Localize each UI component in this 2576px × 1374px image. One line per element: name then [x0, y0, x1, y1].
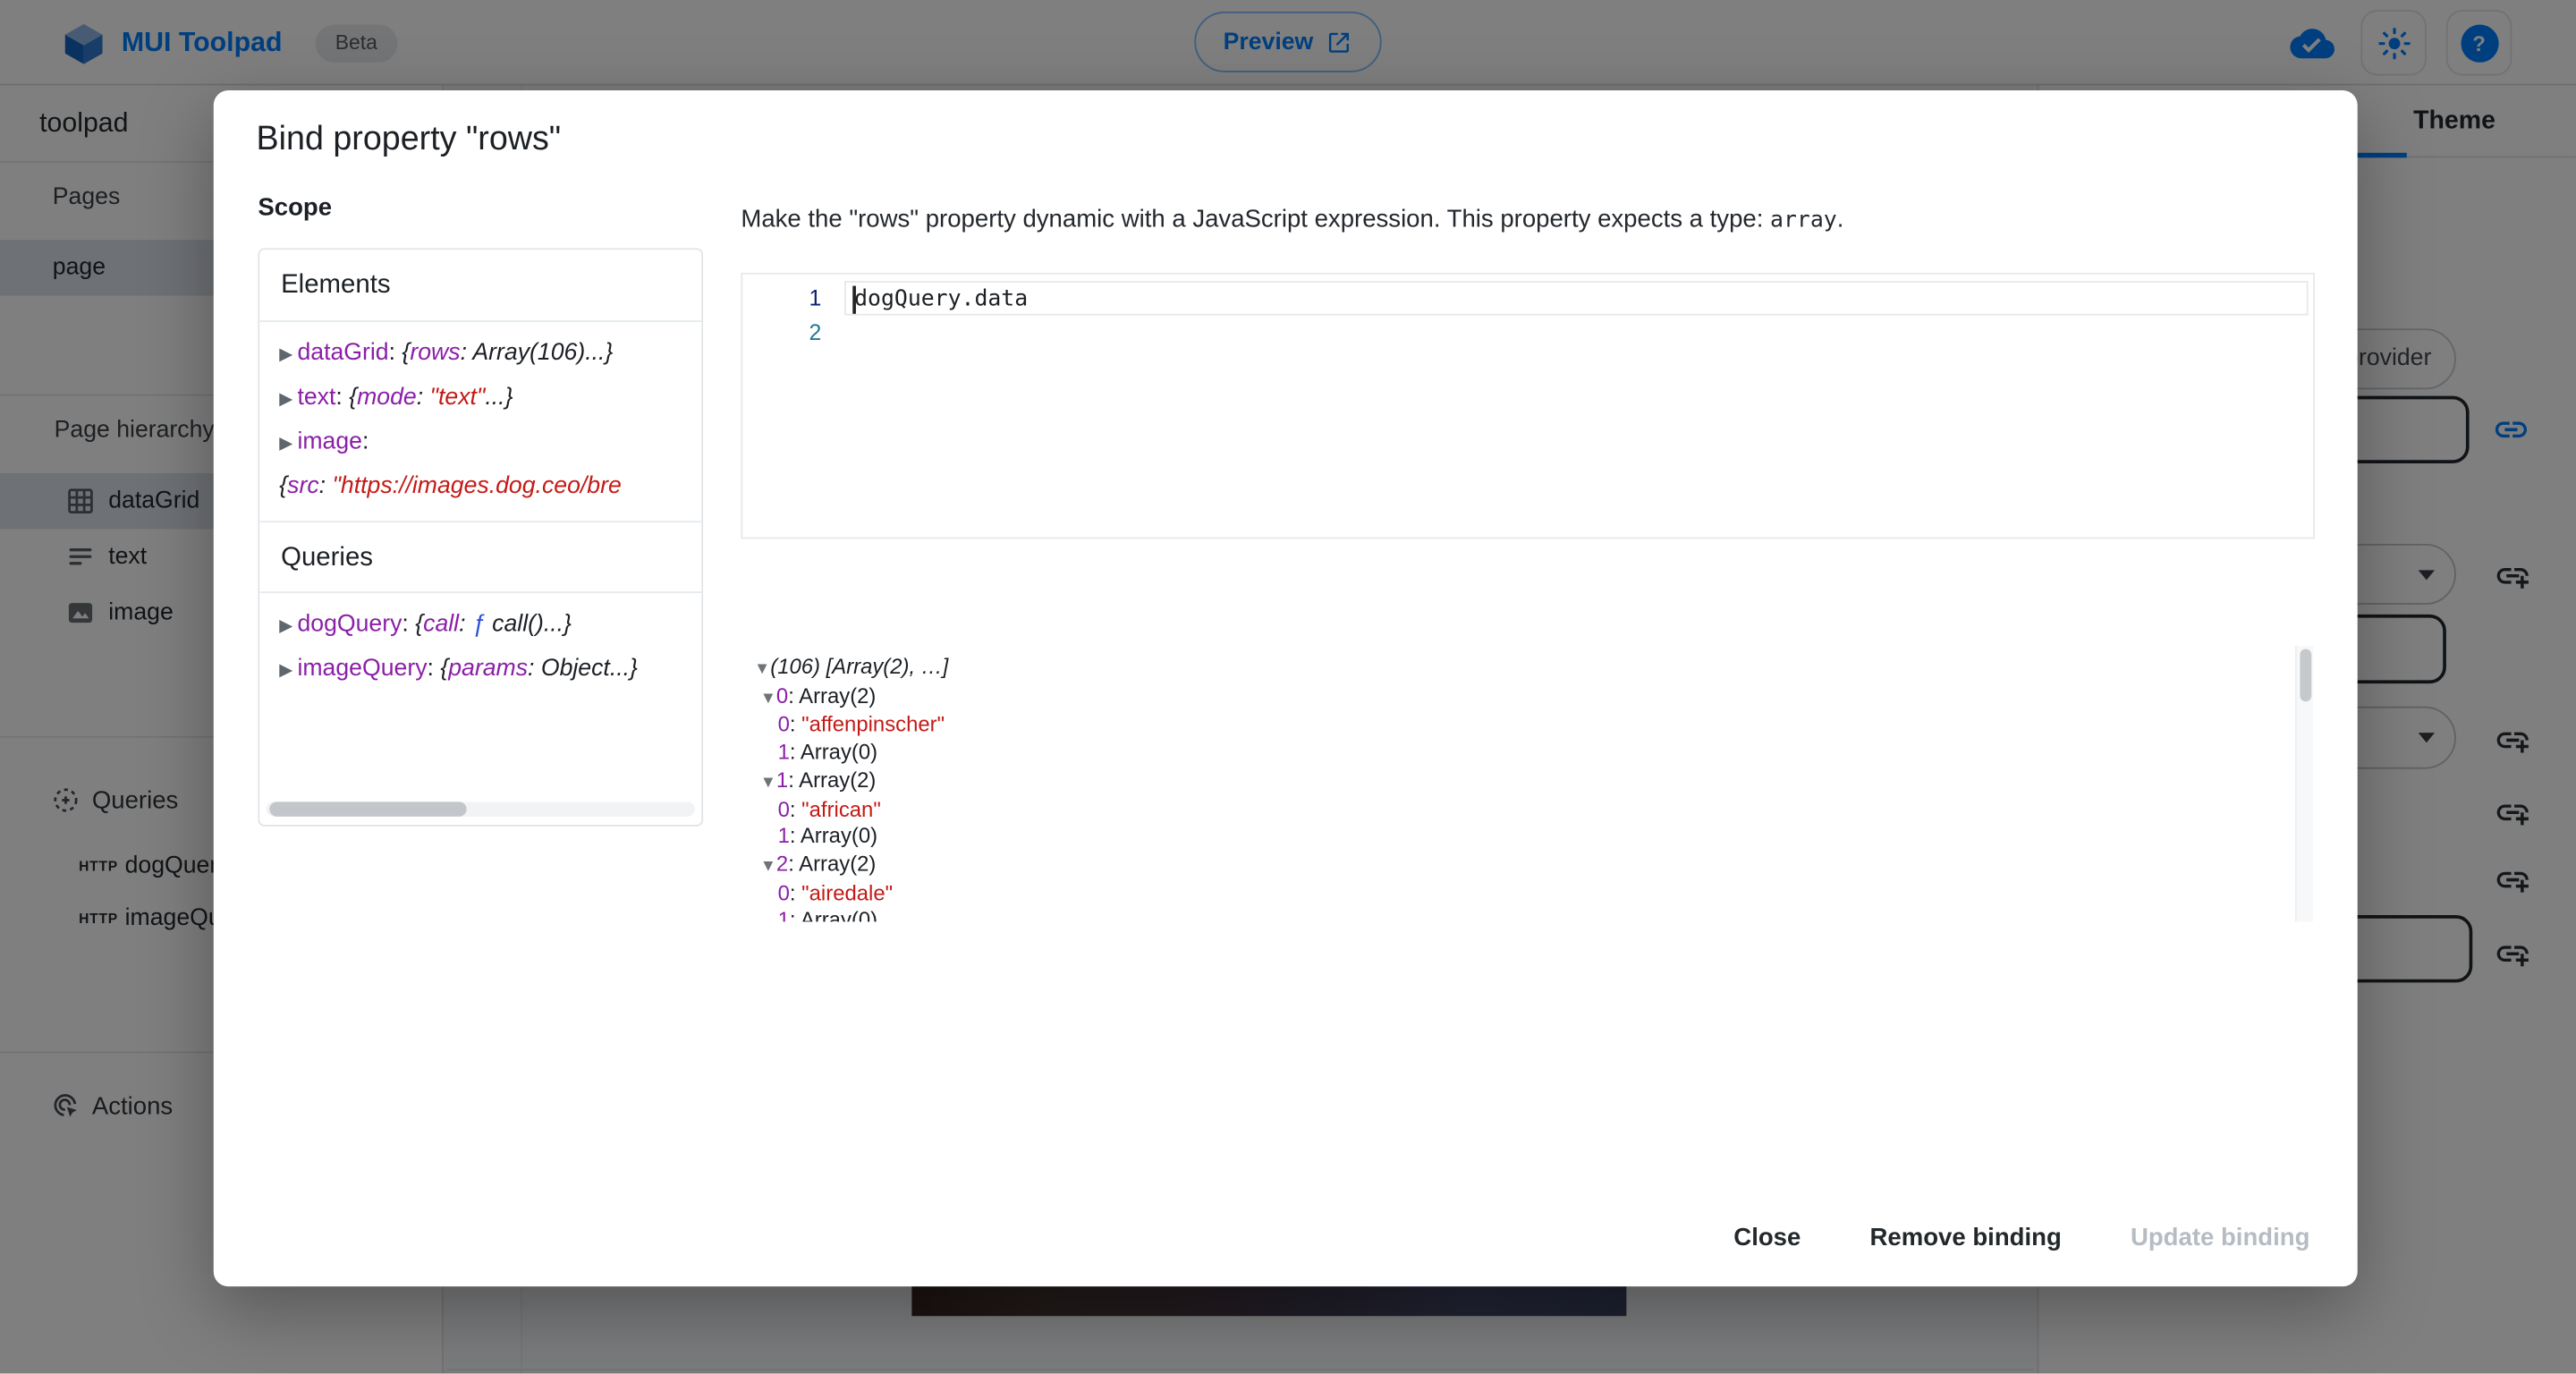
- preview-rows: ▼(106) [Array(2), …] ▼0: Array(2) 0: "af…: [741, 646, 2315, 922]
- update-binding-button[interactable]: Update binding: [2124, 1209, 2317, 1268]
- text-cursor: [852, 286, 855, 314]
- scope-tree-row[interactable]: ▶ text: {mode: "text"...}: [279, 377, 682, 421]
- scope-tree-row[interactable]: ▶ imageQuery: {params: Object...}: [279, 648, 682, 692]
- app-root: MUI Toolpad Beta Preview: [0, 0, 2576, 1374]
- remove-binding-button[interactable]: Remove binding: [1863, 1209, 2068, 1268]
- dialog-instruction: Make the "rows" property dynamic with a …: [741, 206, 2285, 233]
- result-preview-tree: ▼(106) [Array(2), …] ▼0: Array(2) 0: "af…: [741, 646, 2315, 922]
- code-line[interactable]: dogQuery.data: [854, 283, 1028, 317]
- line-number: 1: [742, 283, 821, 317]
- scope-tree-row[interactable]: ▶ dataGrid: {rows: Array(106)...}: [279, 332, 682, 377]
- expression-code-editor[interactable]: 1 2 dogQuery.data: [741, 273, 2315, 539]
- preview-tree-row[interactable]: 1: Array(0): [741, 740, 2315, 768]
- preview-tree-row[interactable]: 0: "airedale": [741, 880, 2315, 908]
- dialog-title: Bind property "rows": [257, 120, 562, 159]
- instruction-type: array: [1770, 207, 1837, 233]
- preview-tree-row[interactable]: ▼1: Array(2): [741, 767, 2315, 796]
- dialog-actions: Close Remove binding Update binding: [1727, 1209, 2317, 1268]
- instruction-period: .: [1837, 206, 1844, 233]
- preview-tree-row[interactable]: 1: Array(0): [741, 824, 2315, 852]
- close-button[interactable]: Close: [1727, 1209, 1808, 1268]
- vertical-scrollbar-thumb[interactable]: [2300, 649, 2311, 702]
- elements-tree: ▶ dataGrid: {rows: Array(106)...}▶ text:…: [259, 322, 701, 521]
- line-number-gutter: 1 2: [742, 283, 821, 350]
- preview-tree-row[interactable]: ▼(106) [Array(2), …]: [741, 654, 2315, 683]
- instruction-text: Make the "rows" property dynamic with a …: [741, 206, 1770, 233]
- scope-panel: Elements ▶ dataGrid: {rows: Array(106)..…: [258, 248, 703, 827]
- horizontal-scrollbar[interactable]: [267, 802, 695, 817]
- current-line-highlight: [844, 281, 2309, 316]
- scope-tree-row[interactable]: ▶ dogQuery: {call: ƒ call()...}: [279, 603, 682, 648]
- preview-tree-row[interactable]: 0: "african": [741, 796, 2315, 824]
- queries-header: Queries: [259, 521, 701, 593]
- scope-tree-row[interactable]: ▶ image: {src: "https://images.dog.ceo/b…: [279, 420, 682, 507]
- horizontal-scrollbar-thumb[interactable]: [269, 802, 466, 817]
- preview-tree-row[interactable]: ▼2: Array(2): [741, 851, 2315, 880]
- bind-property-dialog: Bind property "rows" Scope Elements ▶ da…: [214, 90, 2358, 1286]
- scope-label: Scope: [258, 194, 332, 222]
- preview-tree-row[interactable]: 1: Array(0): [741, 907, 2315, 921]
- preview-tree-row[interactable]: 0: "affenpinscher": [741, 712, 2315, 740]
- preview-tree-row[interactable]: ▼0: Array(2): [741, 683, 2315, 713]
- elements-header: Elements: [259, 250, 701, 322]
- line-number: 2: [742, 317, 821, 351]
- vertical-scrollbar[interactable]: [2295, 646, 2313, 922]
- queries-tree: ▶ dogQuery: {call: ƒ call()...}▶ imageQu…: [259, 593, 701, 705]
